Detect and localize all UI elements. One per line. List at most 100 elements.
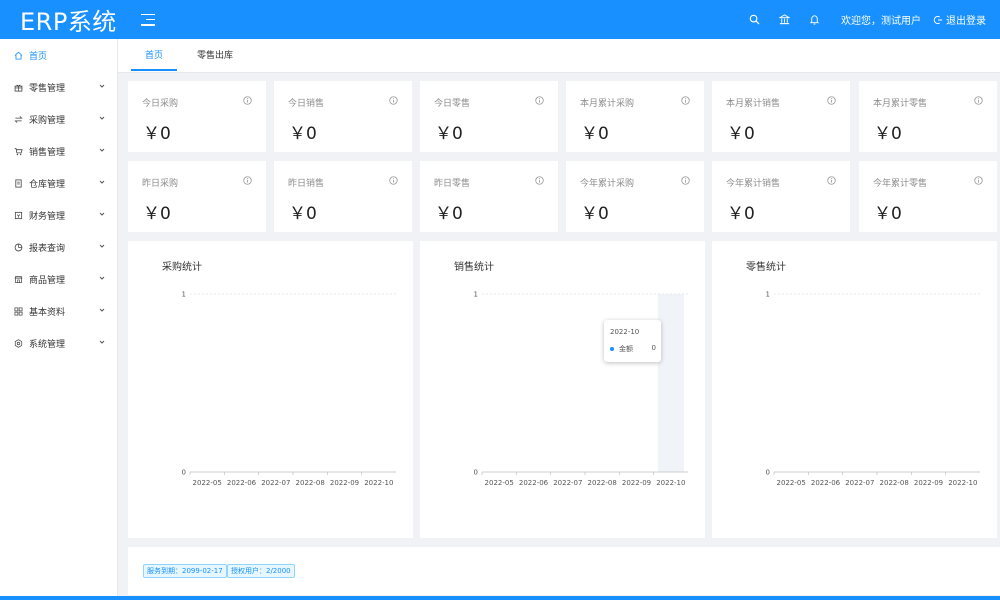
- retail-chart-panel: 0 1 2022-05 2022-06 2022-07 2022-08 2022-09 202…: [712, 241, 997, 538]
- footer-panel: 服务到期：2099-02-17 授权用户：2/2000: [128, 547, 1000, 595]
- x-tick-label: 2022-09: [622, 479, 651, 487]
- stat-value: ￥0: [143, 204, 171, 224]
- chevron-down-icon: [99, 84, 105, 88]
- stat-label: 今年累计零售: [873, 179, 928, 189]
- stat-value: ￥0: [435, 204, 463, 224]
- sidebar-item-system[interactable]: 系统管理: [0, 327, 117, 359]
- tab-home[interactable]: 首页: [131, 41, 178, 71]
- y-tick-label: 1: [182, 291, 186, 299]
- sidebar-item-reports[interactable]: 报表查询: [0, 231, 117, 263]
- info-circle-icon[interactable]: [827, 176, 836, 185]
- sidebar-item-label: 基本资料: [29, 307, 66, 318]
- sidebar-item-sales[interactable]: 销售管理: [0, 135, 117, 167]
- licensed-users-badge: 授权用户：2/2000: [227, 564, 295, 578]
- stat-label: 本月累计零售: [873, 99, 928, 109]
- info-circle-icon[interactable]: [974, 96, 983, 105]
- stat-card: 昨日销售 ￥0: [274, 161, 412, 232]
- stat-label: 今日零售: [434, 99, 471, 109]
- purchase-chart: 0 1 2022-05 2022-06 2022-07 2022-08 2022-09 202…: [182, 291, 396, 487]
- shop-icon: [14, 274, 24, 284]
- stat-card: 今年累计销售 ￥0: [712, 161, 850, 232]
- stat-card: 本月累计销售 ￥0: [712, 81, 850, 152]
- app-logo-title: ERP系统: [20, 8, 117, 36]
- header-actions: 欢迎您，测试用户 退出登录: [739, 0, 986, 39]
- tooltip-series-name: 金额: [619, 345, 633, 353]
- stat-label: 昨日零售: [434, 179, 471, 189]
- stat-card: 昨日零售 ￥0: [420, 161, 558, 232]
- x-tick-label: 2022-10: [656, 479, 685, 487]
- x-tick-label: 2022-10: [948, 479, 977, 487]
- info-circle-icon[interactable]: [974, 176, 983, 185]
- wallet-icon: [14, 210, 24, 220]
- gift-icon: [14, 82, 24, 92]
- y-tick-label: 1: [474, 291, 478, 299]
- info-circle-icon[interactable]: [535, 176, 544, 185]
- sidebar-item-label: 报表查询: [29, 243, 66, 254]
- sidebar-item-label: 仓库管理: [29, 179, 66, 190]
- sales-chart-panel: 0 1 2022-05 2022-06 2022-07 2022-08 2022-09 202…: [420, 241, 705, 538]
- sidebar-item-warehouse[interactable]: 仓库管理: [0, 167, 117, 199]
- info-circle-icon[interactable]: [243, 176, 252, 185]
- chevron-down-icon: [99, 212, 105, 216]
- chart-tooltip: 2022-10 金额 0: [604, 320, 661, 362]
- info-circle-icon[interactable]: [681, 176, 690, 185]
- retail-chart-title: 零售统计: [746, 262, 786, 273]
- stat-card: 今年累计采购 ￥0: [566, 161, 704, 232]
- x-tick-label: 2022-08: [880, 479, 909, 487]
- sidebar-item-products[interactable]: 商品管理: [0, 263, 117, 295]
- x-tick-label: 2022-08: [296, 479, 325, 487]
- chevron-down-icon: [99, 276, 105, 280]
- stat-card: 本月累计零售 ￥0: [859, 81, 997, 152]
- bank-icon[interactable]: [769, 14, 799, 25]
- service-expiry-badge: 服务到期：2099-02-17: [143, 564, 227, 578]
- welcome-text: 欢迎您，测试用户: [841, 16, 921, 27]
- info-circle-icon[interactable]: [681, 96, 690, 105]
- sidebar-item-home[interactable]: 首页: [0, 39, 117, 71]
- swap-icon: [14, 114, 24, 124]
- sidebar-item-finance[interactable]: 财务管理: [0, 199, 117, 231]
- stat-label: 今日采购: [142, 99, 179, 109]
- sidebar-item-retail[interactable]: 零售管理: [0, 71, 117, 103]
- info-circle-icon[interactable]: [389, 176, 398, 185]
- sidebar-item-basic-data[interactable]: 基本资料: [0, 295, 117, 327]
- stat-card: 今日销售 ￥0: [274, 81, 412, 152]
- y-tick-label: 0: [182, 469, 186, 477]
- tab-retail-outbound[interactable]: 零售出库: [183, 41, 247, 71]
- chevron-down-icon: [99, 180, 105, 184]
- stat-label: 昨日采购: [142, 179, 179, 189]
- sidebar-menu: 首页 零售管理 采购管理 销售管理 仓库管理 财务管理 报表查询 商品管理 基本…: [0, 39, 118, 600]
- x-tick-label: 2022-06: [811, 479, 841, 487]
- stat-card: 今日零售 ￥0: [420, 81, 558, 152]
- stat-label: 今年累计销售: [726, 179, 781, 189]
- sales-chart-title: 销售统计: [454, 262, 494, 273]
- stat-value: ￥0: [874, 124, 902, 144]
- x-tick-label: 2022-09: [330, 479, 359, 487]
- sidebar-item-purchase[interactable]: 采购管理: [0, 103, 117, 135]
- info-circle-icon[interactable]: [389, 96, 398, 105]
- stat-value: ￥0: [727, 124, 755, 144]
- sidebar-item-label: 首页: [29, 51, 48, 62]
- chevron-down-icon: [99, 244, 105, 248]
- retail-chart: 0 1 2022-05 2022-06 2022-07 2022-08 2022-09 202…: [766, 291, 980, 487]
- menu-collapse-icon[interactable]: [140, 13, 155, 26]
- logout-label: 退出登录: [946, 16, 986, 27]
- x-tick-label: 2022-06: [519, 479, 549, 487]
- info-circle-icon[interactable]: [243, 96, 252, 105]
- logout-button[interactable]: 退出登录: [933, 12, 986, 27]
- info-circle-icon[interactable]: [535, 96, 544, 105]
- cart-icon: [14, 146, 24, 156]
- sidebar-item-label: 采购管理: [29, 115, 66, 126]
- stat-label: 今日销售: [288, 99, 325, 109]
- hover-shadow-band: [657, 294, 684, 472]
- stat-value: ￥0: [289, 204, 317, 224]
- x-tick-label: 2022-07: [553, 479, 582, 487]
- y-tick-label: 1: [766, 291, 770, 299]
- search-icon[interactable]: [739, 14, 769, 25]
- setting-icon: [14, 338, 24, 348]
- bell-icon[interactable]: [799, 14, 829, 25]
- chevron-down-icon: [99, 148, 105, 152]
- sidebar-item-label: 财务管理: [29, 211, 66, 222]
- chevron-down-icon: [99, 116, 105, 120]
- x-tick-label: 2022-05: [485, 479, 514, 487]
- info-circle-icon[interactable]: [827, 96, 836, 105]
